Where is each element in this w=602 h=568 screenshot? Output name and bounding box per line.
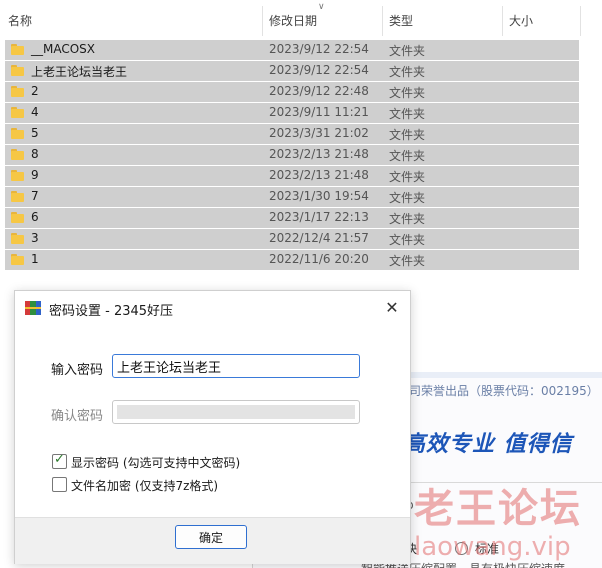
file-row[interactable]: 上老王论坛当老王 2023/9/12 22:54 文件夹	[5, 61, 579, 81]
ok-button[interactable]: 确定	[175, 525, 247, 549]
password-dialog: 密码设置 - 2345好压 ✕ 输入密码 确认密码 ✓ 显示密码 (勾选可支持中…	[14, 290, 411, 564]
file-row[interactable]: 7 2023/1/30 19:54 文件夹	[5, 187, 579, 207]
file-row[interactable]: 5 2023/3/31 21:02 文件夹	[5, 124, 579, 144]
file-row[interactable]: 3 2022/12/4 21:57 文件夹	[5, 229, 579, 249]
file-name: 3	[31, 231, 39, 245]
file-date: 2023/1/17 22:13	[269, 210, 369, 224]
file-name: 6	[31, 210, 39, 224]
column-header-row: 名称 ∨ 修改日期 类型 大小	[0, 0, 602, 40]
file-date: 2023/1/30 19:54	[269, 189, 369, 203]
folder-icon	[11, 65, 24, 76]
folder-icon	[11, 170, 24, 181]
confirm-password-input[interactable]	[112, 400, 360, 424]
file-row[interactable]: 4 2023/9/11 11:21 文件夹	[5, 103, 579, 123]
show-password-label[interactable]: 显示密码 (勾选可支持中文密码)	[71, 454, 240, 471]
dialog-footer: 确定	[15, 517, 410, 564]
encrypt-filename-checkbox[interactable]	[52, 477, 67, 492]
password-label: 输入密码	[51, 363, 104, 378]
folder-icon	[11, 149, 24, 160]
file-date: 2022/12/4 21:57	[269, 231, 369, 245]
file-type: 文件夹	[389, 212, 426, 226]
file-type: 文件夹	[389, 254, 426, 268]
file-explorer: 名称 ∨ 修改日期 类型 大小 __MACOSX 2023/9/12 22:54…	[0, 0, 602, 290]
file-row[interactable]: 9 2023/2/13 21:48 文件夹	[5, 166, 579, 186]
file-type: 文件夹	[389, 44, 426, 58]
folder-icon	[11, 86, 24, 97]
folder-icon	[11, 107, 24, 118]
file-date: 2023/2/13 21:48	[269, 168, 369, 182]
chevron-down-icon: ∨	[318, 2, 325, 12]
file-row[interactable]: __MACOSX 2023/9/12 22:54 文件夹	[5, 40, 579, 60]
checkmark-icon: ✓	[54, 452, 65, 467]
column-header-size[interactable]: 大小	[509, 12, 533, 29]
file-row[interactable]: 1 2022/11/6 20:20 文件夹	[5, 250, 579, 270]
file-date: 2023/3/31 21:02	[269, 126, 369, 140]
file-date: 2023/9/12 22:54	[269, 63, 369, 77]
encrypt-filename-label[interactable]: 文件名加密 (仅支持7z格式)	[71, 477, 218, 494]
file-name: 4	[31, 105, 39, 119]
file-type: 文件夹	[389, 86, 426, 100]
file-type: 文件夹	[389, 149, 426, 163]
file-name: 1	[31, 252, 39, 266]
file-row[interactable]: 2 2023/9/12 22:48 文件夹	[5, 82, 579, 102]
column-header-name[interactable]: 名称	[8, 12, 32, 29]
file-date: 2023/9/12 22:48	[269, 84, 369, 98]
file-name: 2	[31, 84, 39, 98]
folder-icon	[11, 128, 24, 139]
file-type: 文件夹	[389, 170, 426, 184]
file-type: 文件夹	[389, 128, 426, 142]
file-name: 5	[31, 126, 39, 140]
file-name: 上老王论坛当老王	[31, 65, 128, 79]
folder-icon	[11, 191, 24, 202]
file-type: 文件夹	[389, 233, 426, 247]
column-divider[interactable]	[382, 6, 383, 36]
column-divider[interactable]	[580, 6, 581, 36]
file-date: 2022/11/6 20:20	[269, 252, 369, 266]
file-date: 2023/2/13 21:48	[269, 147, 369, 161]
column-header-modified[interactable]: 修改日期	[269, 12, 317, 29]
company-text: 司荣誉出品（股票代码：002195）	[409, 384, 599, 398]
dialog-titlebar[interactable]: 密码设置 - 2345好压 ✕	[15, 291, 410, 325]
folder-icon	[11, 233, 24, 244]
dialog-title: 密码设置 - 2345好压	[49, 304, 174, 319]
folder-icon	[11, 44, 24, 55]
column-header-type[interactable]: 类型	[389, 12, 413, 29]
archive-app-icon	[25, 301, 41, 315]
file-type: 文件夹	[389, 191, 426, 205]
file-date: 2023/9/11 11:21	[269, 105, 369, 119]
password-input[interactable]	[112, 354, 360, 378]
folder-icon	[11, 212, 24, 223]
close-icon[interactable]: ✕	[381, 297, 403, 319]
watermark-url: laowang.vip	[414, 532, 571, 562]
show-password-checkbox[interactable]: ✓	[52, 452, 67, 469]
column-divider[interactable]	[502, 6, 503, 36]
file-name: 7	[31, 189, 39, 203]
folder-icon	[11, 254, 24, 265]
file-name: 8	[31, 147, 39, 161]
file-row[interactable]: 8 2023/2/13 21:48 文件夹	[5, 145, 579, 165]
file-list: __MACOSX 2023/9/12 22:54 文件夹 上老王论坛当老王 20…	[5, 40, 579, 271]
column-divider[interactable]	[262, 6, 263, 36]
file-type: 文件夹	[389, 107, 426, 121]
slogan-text: 高效专业 值得信	[403, 432, 573, 457]
file-name: __MACOSX	[31, 42, 96, 56]
file-row[interactable]: 6 2023/1/17 22:13 文件夹	[5, 208, 579, 228]
file-type: 文件夹	[389, 65, 426, 79]
watermark-text: 老王论坛	[414, 486, 582, 532]
file-date: 2023/9/12 22:54	[269, 42, 369, 56]
confirm-password-label: 确认密码	[51, 409, 104, 424]
file-name: 9	[31, 168, 39, 182]
